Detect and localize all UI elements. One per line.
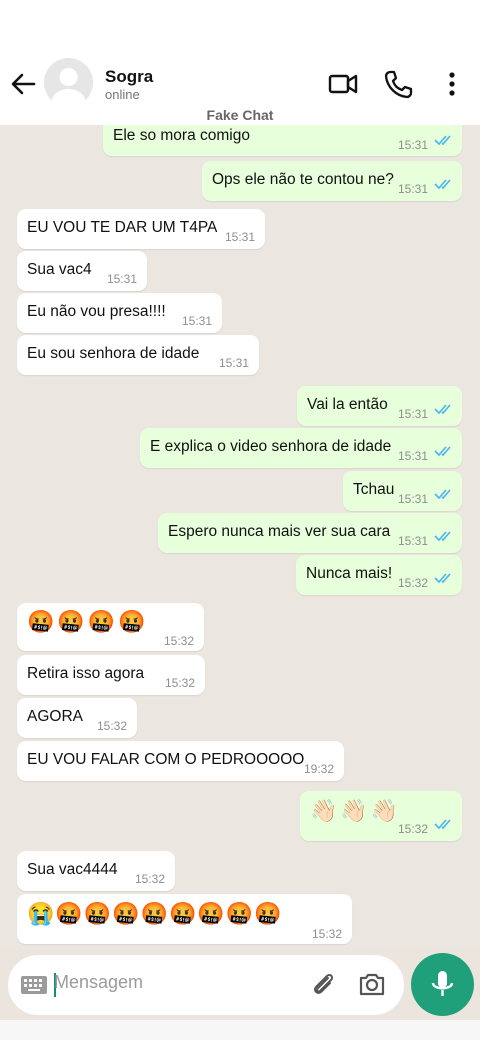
phone-icon[interactable] — [382, 68, 414, 100]
message-input[interactable]: Mensagem — [54, 972, 143, 993]
message-bubble-outgoing[interactable]: Vai la então 15:31 — [297, 386, 462, 426]
message-text: Tchau — [353, 481, 395, 498]
default-avatar-icon — [51, 68, 86, 107]
message-text: AGORA — [27, 708, 83, 725]
message-bubble-incoming[interactable]: EU VOU FALAR COM O PEDROOOOO 19:32 — [17, 741, 344, 781]
message-time: 15:31 — [218, 356, 249, 370]
message-text: Ops ele não te contou ne? — [212, 171, 394, 188]
message-time: 15:32 — [311, 927, 342, 941]
message-time: 15:32 — [397, 576, 428, 590]
mic-icon — [431, 971, 454, 996]
message-text: Sua vac4444 — [27, 861, 118, 878]
message-bubble-incoming[interactable]: EU VOU TE DAR UM T4PA 15:31 — [17, 209, 265, 249]
message-time: 15:32 — [134, 872, 165, 886]
message-emoji: 😭🤬🤬🤬🤬🤬🤬🤬🤬 — [27, 901, 283, 926]
message-text: Sua vac4 — [27, 261, 92, 278]
message-composer[interactable]: Mensagem — [8, 955, 404, 1015]
message-time: 19:32 — [303, 762, 334, 776]
message-text: Eu sou senhora de idade — [27, 345, 200, 362]
keyboard-icon[interactable] — [20, 973, 48, 997]
message-text: E explica o video senhora de idade — [150, 438, 392, 455]
chat-area[interactable]: Ele so mora comigo 15:31 Ops ele não te … — [0, 125, 480, 950]
contact-name[interactable]: Sogra — [105, 67, 153, 87]
message-emoji: 👋🏻👋🏻👋🏻 — [310, 798, 402, 823]
message-emoji: 🤬🤬🤬🤬 — [27, 609, 149, 634]
message-time: 15:31 — [397, 492, 428, 506]
camera-icon[interactable] — [357, 969, 387, 999]
message-bubble-incoming[interactable]: 😭🤬🤬🤬🤬🤬🤬🤬🤬 15:32 — [17, 894, 352, 944]
message-time: 15:31 — [224, 230, 255, 244]
read-receipt-icon — [434, 489, 451, 500]
message-text: Ele so mora comigo — [113, 127, 250, 144]
read-receipt-icon — [434, 573, 451, 584]
message-time: 15:32 — [163, 634, 194, 648]
read-receipt-icon — [434, 135, 451, 146]
message-time: 15:31 — [397, 407, 428, 421]
message-bubble-incoming[interactable]: Sua vac4444 15:32 — [17, 851, 175, 891]
message-bubble-incoming[interactable]: Retira isso agora 15:32 — [17, 655, 205, 695]
attach-icon[interactable] — [308, 969, 338, 999]
message-text: Espero nunca mais ver sua cara — [168, 523, 391, 540]
video-call-icon[interactable] — [327, 68, 359, 100]
read-receipt-icon — [434, 446, 451, 457]
message-time: 15:31 — [397, 534, 428, 548]
read-receipt-icon — [434, 819, 451, 830]
message-text: Eu não vou presa!!!! — [27, 303, 166, 320]
mic-button[interactable] — [411, 953, 474, 1016]
message-text: EU VOU FALAR COM O PEDROOOOO — [27, 751, 305, 768]
watermark-label: Fake Chat — [206, 107, 274, 123]
back-arrow-icon[interactable] — [8, 68, 38, 100]
message-bubble-outgoing[interactable]: Espero nunca mais ver sua cara 15:31 — [158, 513, 462, 553]
message-bubble-incoming[interactable]: 🤬🤬🤬🤬 15:32 — [17, 603, 204, 651]
message-bubble-outgoing[interactable]: E explica o video senhora de idade 15:31 — [140, 428, 462, 468]
message-time: 15:31 — [106, 272, 137, 286]
avatar[interactable] — [44, 58, 93, 107]
message-bubble-incoming[interactable]: AGORA 15:32 — [17, 698, 137, 738]
message-time: 15:32 — [397, 822, 428, 836]
message-bubble-incoming[interactable]: Sua vac4 15:31 — [17, 251, 147, 291]
message-bubble-outgoing[interactable]: Ops ele não te contou ne? 15:31 — [202, 161, 462, 201]
message-text: Vai la então — [307, 396, 388, 413]
system-navigation-bar — [0, 1020, 480, 1040]
message-time: 15:32 — [164, 676, 195, 690]
message-text: Retira isso agora — [27, 665, 145, 682]
message-time: 15:31 — [397, 138, 428, 152]
read-receipt-icon — [434, 179, 451, 190]
message-bubble-outgoing[interactable]: Ele so mora comigo 15:31 — [103, 125, 462, 156]
more-options-icon[interactable] — [436, 68, 468, 100]
message-time: 15:31 — [397, 449, 428, 463]
message-text: EU VOU TE DAR UM T4PA — [27, 219, 218, 236]
message-bubble-incoming[interactable]: Eu não vou presa!!!! 15:31 — [17, 293, 222, 333]
message-text: Nunca mais! — [306, 565, 393, 582]
message-bubble-outgoing[interactable]: Tchau 15:31 — [343, 471, 462, 511]
contact-status: online — [105, 87, 140, 102]
message-time: 15:31 — [397, 182, 428, 196]
message-bubble-incoming[interactable]: Eu sou senhora de idade 15:31 — [17, 335, 259, 375]
message-bubble-outgoing[interactable]: 👋🏻👋🏻👋🏻 15:32 — [300, 791, 462, 841]
message-bubble-outgoing[interactable]: Nunca mais! 15:32 — [296, 555, 462, 595]
read-receipt-icon — [434, 404, 451, 415]
message-time: 15:32 — [96, 719, 127, 733]
read-receipt-icon — [434, 531, 451, 542]
chat-header: Sogra online Fake Chat — [0, 0, 480, 125]
message-time: 15:31 — [181, 314, 212, 328]
